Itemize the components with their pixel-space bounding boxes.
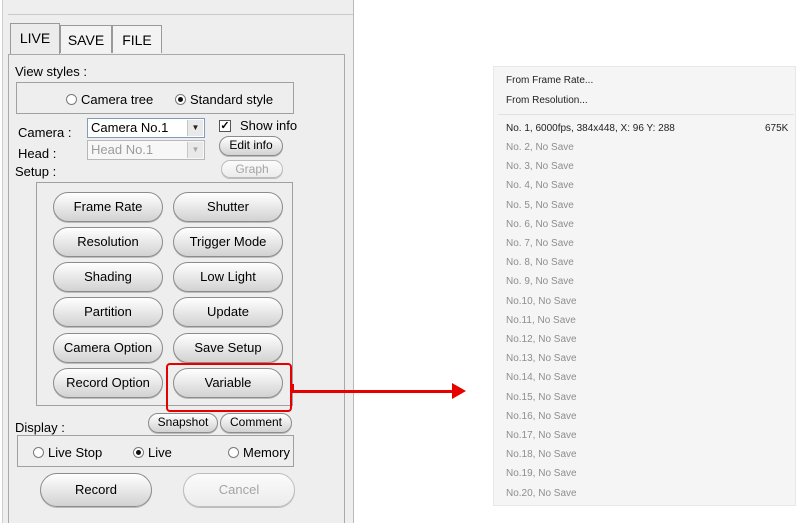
- low-light-button[interactable]: Low Light: [173, 262, 283, 292]
- camera-select[interactable]: Camera No.1 ▼: [87, 118, 205, 138]
- radio-live-stop[interactable]: Live Stop: [33, 444, 102, 460]
- display-label: Display :: [15, 420, 65, 435]
- save-setup-button[interactable]: Save Setup: [173, 333, 283, 363]
- radio-icon: [33, 447, 44, 459]
- menu-item-entry[interactable]: No.14, No Save: [506, 371, 577, 385]
- trigger-mode-button[interactable]: Trigger Mode: [173, 227, 283, 257]
- radio-label: Live: [148, 445, 172, 461]
- comment-button[interactable]: Comment: [220, 413, 292, 433]
- snapshot-button[interactable]: Snapshot: [148, 413, 218, 433]
- radio-label: Camera tree: [81, 92, 154, 108]
- radio-label: Memory: [243, 445, 290, 461]
- shutter-button[interactable]: Shutter: [173, 192, 283, 222]
- menu-item-entry[interactable]: No.20, No Save: [506, 487, 577, 501]
- menu-item-entry-1-size: 675K: [765, 123, 789, 134]
- edit-info-button[interactable]: Edit info: [219, 136, 283, 156]
- arrow-right-icon: [452, 383, 466, 399]
- cancel-button[interactable]: Cancel: [183, 473, 295, 507]
- menu-item-entry[interactable]: No. 8, No Save: [506, 256, 574, 270]
- record-option-button[interactable]: Record Option: [53, 368, 163, 398]
- menu-separator: [498, 114, 794, 115]
- menu-item-entry[interactable]: No.11, No Save: [506, 314, 576, 328]
- tab-file[interactable]: FILE: [112, 25, 162, 53]
- head-select-value: Head No.1: [91, 142, 154, 157]
- radio-standard-style[interactable]: Standard style: [175, 91, 273, 107]
- update-button[interactable]: Update: [173, 297, 283, 327]
- radio-label: Standard style: [190, 92, 274, 108]
- chevron-down-icon: ▼: [187, 120, 203, 136]
- menu-item-entry[interactable]: No. 2, No Save: [506, 141, 574, 155]
- menu-item-entry[interactable]: No. 4, No Save: [506, 179, 574, 193]
- record-button[interactable]: Record: [40, 473, 152, 507]
- resolution-button[interactable]: Resolution: [53, 227, 163, 257]
- radio-camera-tree[interactable]: Camera tree: [66, 91, 153, 107]
- menu-item-entry[interactable]: No.17, No Save: [506, 429, 577, 443]
- chevron-down-icon: ▼: [187, 142, 203, 158]
- show-info-checkbox[interactable]: ✓: [219, 120, 231, 132]
- camera-select-value: Camera No.1: [91, 120, 169, 135]
- menu-item-entry[interactable]: No.10, No Save: [506, 295, 577, 309]
- panel-top-divider: [8, 14, 353, 15]
- head-label: Head :: [18, 146, 57, 161]
- menu-item-entry[interactable]: No. 3, No Save: [506, 160, 574, 174]
- menu-item-from-resolution[interactable]: From Resolution...: [506, 94, 588, 108]
- menu-item-from-frame-rate[interactable]: From Frame Rate...: [506, 74, 593, 88]
- show-info-label: Show info: [240, 118, 298, 133]
- menu-item-entry-1[interactable]: No. 1, 6000fps, 384x448, X: 96 Y: 288: [506, 122, 675, 136]
- partition-button[interactable]: Partition: [53, 297, 163, 327]
- menu-item-entry[interactable]: No. 6, No Save: [506, 218, 574, 232]
- menu-item-entry[interactable]: No.19, No Save: [506, 467, 577, 481]
- camera-label: Camera :: [18, 125, 72, 140]
- tab-live[interactable]: LIVE: [10, 23, 60, 55]
- menu-item-entry[interactable]: No.13, No Save: [506, 352, 577, 366]
- radio-icon: [175, 94, 186, 106]
- shading-button[interactable]: Shading: [53, 262, 163, 292]
- menu-item-entry[interactable]: No. 9, No Save: [506, 275, 574, 289]
- menu-item-entry[interactable]: No. 7, No Save: [506, 237, 574, 251]
- view-styles-label: View styles :: [15, 64, 88, 79]
- camera-option-button[interactable]: Camera Option: [53, 333, 163, 363]
- variable-highlight-box: [166, 363, 292, 412]
- radio-live[interactable]: Live: [133, 444, 172, 460]
- menu-item-entry[interactable]: No.16, No Save: [506, 410, 577, 424]
- radio-label: Live Stop: [48, 445, 103, 461]
- arrow-shaft: [292, 390, 454, 393]
- setup-label: Setup :: [15, 164, 57, 179]
- radio-icon: [228, 447, 239, 459]
- frame-rate-button[interactable]: Frame Rate: [53, 192, 163, 222]
- menu-item-entry[interactable]: No.12, No Save: [506, 333, 577, 347]
- graph-button[interactable]: Graph: [221, 160, 283, 178]
- menu-item-entry[interactable]: No.15, No Save: [506, 391, 577, 405]
- menu-item-entry[interactable]: No. 5, No Save: [506, 199, 574, 213]
- tab-save[interactable]: SAVE: [60, 25, 112, 53]
- radio-memory[interactable]: Memory: [228, 444, 290, 460]
- menu-item-entry[interactable]: No.18, No Save: [506, 448, 577, 462]
- head-select[interactable]: Head No.1 ▼: [87, 140, 205, 160]
- radio-icon: [66, 94, 77, 106]
- radio-icon: [133, 447, 144, 459]
